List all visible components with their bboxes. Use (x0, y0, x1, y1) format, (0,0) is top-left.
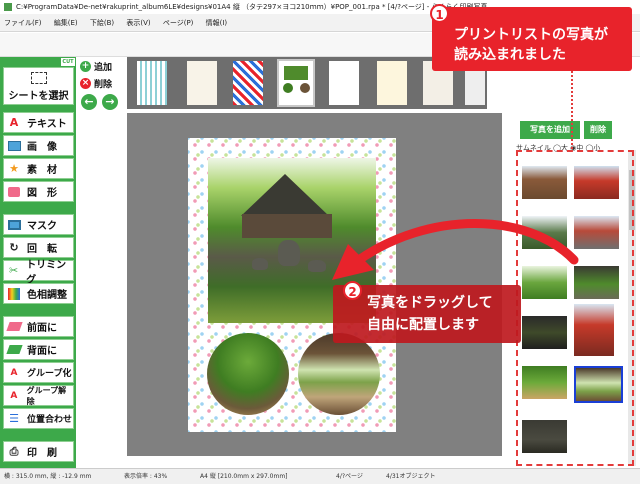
page-thumb-3[interactable] (233, 61, 263, 105)
group-label: グループ化 (27, 369, 72, 379)
print-label: 印 刷 (27, 448, 57, 459)
garden-rock (278, 240, 300, 266)
shape-tool-label: 図 形 (27, 188, 57, 199)
photo-thumb-2[interactable] (574, 166, 619, 199)
printer-icon: ⎙ (9, 444, 19, 458)
menu-file[interactable]: ファイル(F) (4, 19, 42, 27)
page-thumb-4-selected[interactable] (277, 59, 315, 107)
image-tool-label: 画 像 (27, 142, 57, 153)
bring-front-button[interactable]: 前面に (3, 316, 74, 337)
page-thumb-2[interactable] (187, 61, 217, 105)
text-tool-button[interactable]: A テキスト (3, 112, 74, 133)
align-label: 位置合わせ (27, 415, 73, 425)
text-icon: A (9, 116, 19, 129)
page-thumb-5[interactable] (329, 61, 359, 105)
menu-view[interactable]: 表示(V) (126, 19, 150, 27)
callout-number-2: 2 (343, 281, 362, 300)
delete-page-label: 削除 (94, 80, 113, 90)
menu-edit[interactable]: 編集(E) (54, 19, 78, 27)
color-adjust-label: 色相調整 (27, 290, 67, 301)
scissors-icon: ✂ (8, 264, 19, 277)
ungroup-icon: A (10, 390, 18, 401)
callout-photos-loaded: 1 プリントリストの写真が 読み込まれました (430, 4, 632, 71)
bring-front-label: 前面に (27, 323, 57, 334)
delete-page-button[interactable]: × 削除 (80, 77, 112, 90)
sheet-select-label: シートを選択 (8, 91, 69, 102)
send-back-icon (5, 343, 23, 357)
status-bar: 横 : 315.0 mm, 縦 : -12.9 mm 表示倍率 : 43% A4… (0, 468, 640, 484)
align-icon: ☰ (9, 412, 19, 425)
text-tool-label: テキスト (27, 119, 67, 130)
window-title: C:¥ProgramData¥De-net¥rakuprint_album6LE… (16, 3, 488, 11)
callout1-connector (571, 71, 573, 149)
callout2-line2: 自由に配置します (367, 317, 479, 333)
circle-photo-veranda[interactable] (298, 333, 380, 415)
rotate-tool-label: 回 転 (27, 244, 57, 255)
color-adjust-icon (7, 287, 21, 301)
select-icon (30, 72, 47, 84)
trim-tool-label: トリミング (26, 259, 67, 286)
ungroup-button[interactable]: A グループ解除 (3, 385, 74, 406)
callout2-line1: 写真をドラッグして (367, 295, 493, 311)
photo-thumb-1[interactable] (522, 166, 567, 199)
material-tool-button[interactable]: ★ 素 材 (3, 158, 74, 179)
plus-icon: + (80, 61, 91, 72)
photo-thumb-9[interactable] (522, 366, 567, 399)
star-icon: ★ (9, 162, 19, 175)
send-back-button[interactable]: 背面に (3, 339, 74, 360)
sheet-select-button[interactable]: シートを選択 (3, 67, 74, 105)
prev-page-arrow-icon[interactable]: ← (81, 94, 97, 110)
tool-sidebar: CUT シートを選択 A テキスト 画 像 ★ 素 材 図 形 マスク ↻ 回 … (0, 57, 76, 468)
photo-thumb-11[interactable] (522, 420, 567, 453)
paper-size: A4 縦 [210.0mm x 297.0mm] (200, 473, 288, 480)
menu-info[interactable]: 情報(I) (206, 19, 228, 27)
ungroup-label: グループ解除 (26, 385, 67, 406)
callout1-line2: 読み込まれました (454, 47, 566, 63)
shape-tool-button[interactable]: 図 形 (3, 181, 74, 202)
mask-icon (7, 218, 21, 232)
circle-photo-garden[interactable] (207, 333, 289, 415)
add-page-label: 追加 (94, 63, 113, 73)
photo-thumb-10-selected[interactable] (574, 366, 623, 403)
color-adjust-button[interactable]: 色相調整 (3, 283, 74, 304)
page-thumb-6[interactable] (377, 61, 407, 105)
shape-icon (7, 185, 21, 199)
material-tool-label: 素 材 (27, 165, 57, 176)
page-thumb-1[interactable] (137, 61, 167, 105)
align-button[interactable]: ☰ 位置合わせ (3, 408, 74, 429)
image-icon (7, 139, 21, 153)
trim-tool-button[interactable]: ✂ トリミング (3, 260, 74, 286)
bring-front-icon (5, 320, 23, 334)
mask-tool-button[interactable]: マスク (3, 214, 74, 235)
print-button[interactable]: ⎙ 印 刷 (3, 441, 74, 462)
callout-number-1: 1 (430, 4, 449, 23)
object-count: 4/31オブジェクト (386, 473, 436, 480)
send-back-label: 背面に (27, 346, 57, 357)
delete-photo-button[interactable]: 削除 (584, 121, 612, 139)
callout1-line1: プリントリストの写真が (454, 27, 608, 43)
cursor-coordinates: 横 : 315.0 mm, 縦 : -12.9 mm (4, 473, 92, 480)
zoom-level: 表示倍率 : 43% (124, 473, 168, 480)
photo-thumb-7[interactable] (522, 316, 567, 349)
x-icon: × (80, 78, 91, 89)
rotate-icon: ↻ (9, 241, 19, 254)
app-window: C:¥ProgramData¥De-net¥rakuprint_album6LE… (0, 0, 640, 484)
group-button[interactable]: A グループ化 (3, 362, 74, 383)
next-page-arrow-icon[interactable]: → (102, 94, 118, 110)
cut-badge: CUT (61, 58, 75, 66)
app-icon (4, 3, 12, 11)
image-tool-button[interactable]: 画 像 (3, 135, 74, 156)
photo-list (516, 150, 634, 466)
add-page-button[interactable]: + 追加 (80, 60, 112, 73)
page-indicator: 4/?ページ (336, 473, 363, 480)
menu-page[interactable]: ページ(P) (163, 19, 194, 27)
menu-background[interactable]: 下絵(B) (90, 19, 114, 27)
group-icon: A (10, 367, 18, 378)
mask-tool-label: マスク (27, 221, 57, 232)
callout-drag-photos: 2 写真をドラッグして 自由に配置します (333, 281, 521, 343)
drag-arrow-icon (332, 219, 579, 280)
garden-rock (252, 258, 268, 270)
photo-thumb-8[interactable] (574, 304, 614, 356)
